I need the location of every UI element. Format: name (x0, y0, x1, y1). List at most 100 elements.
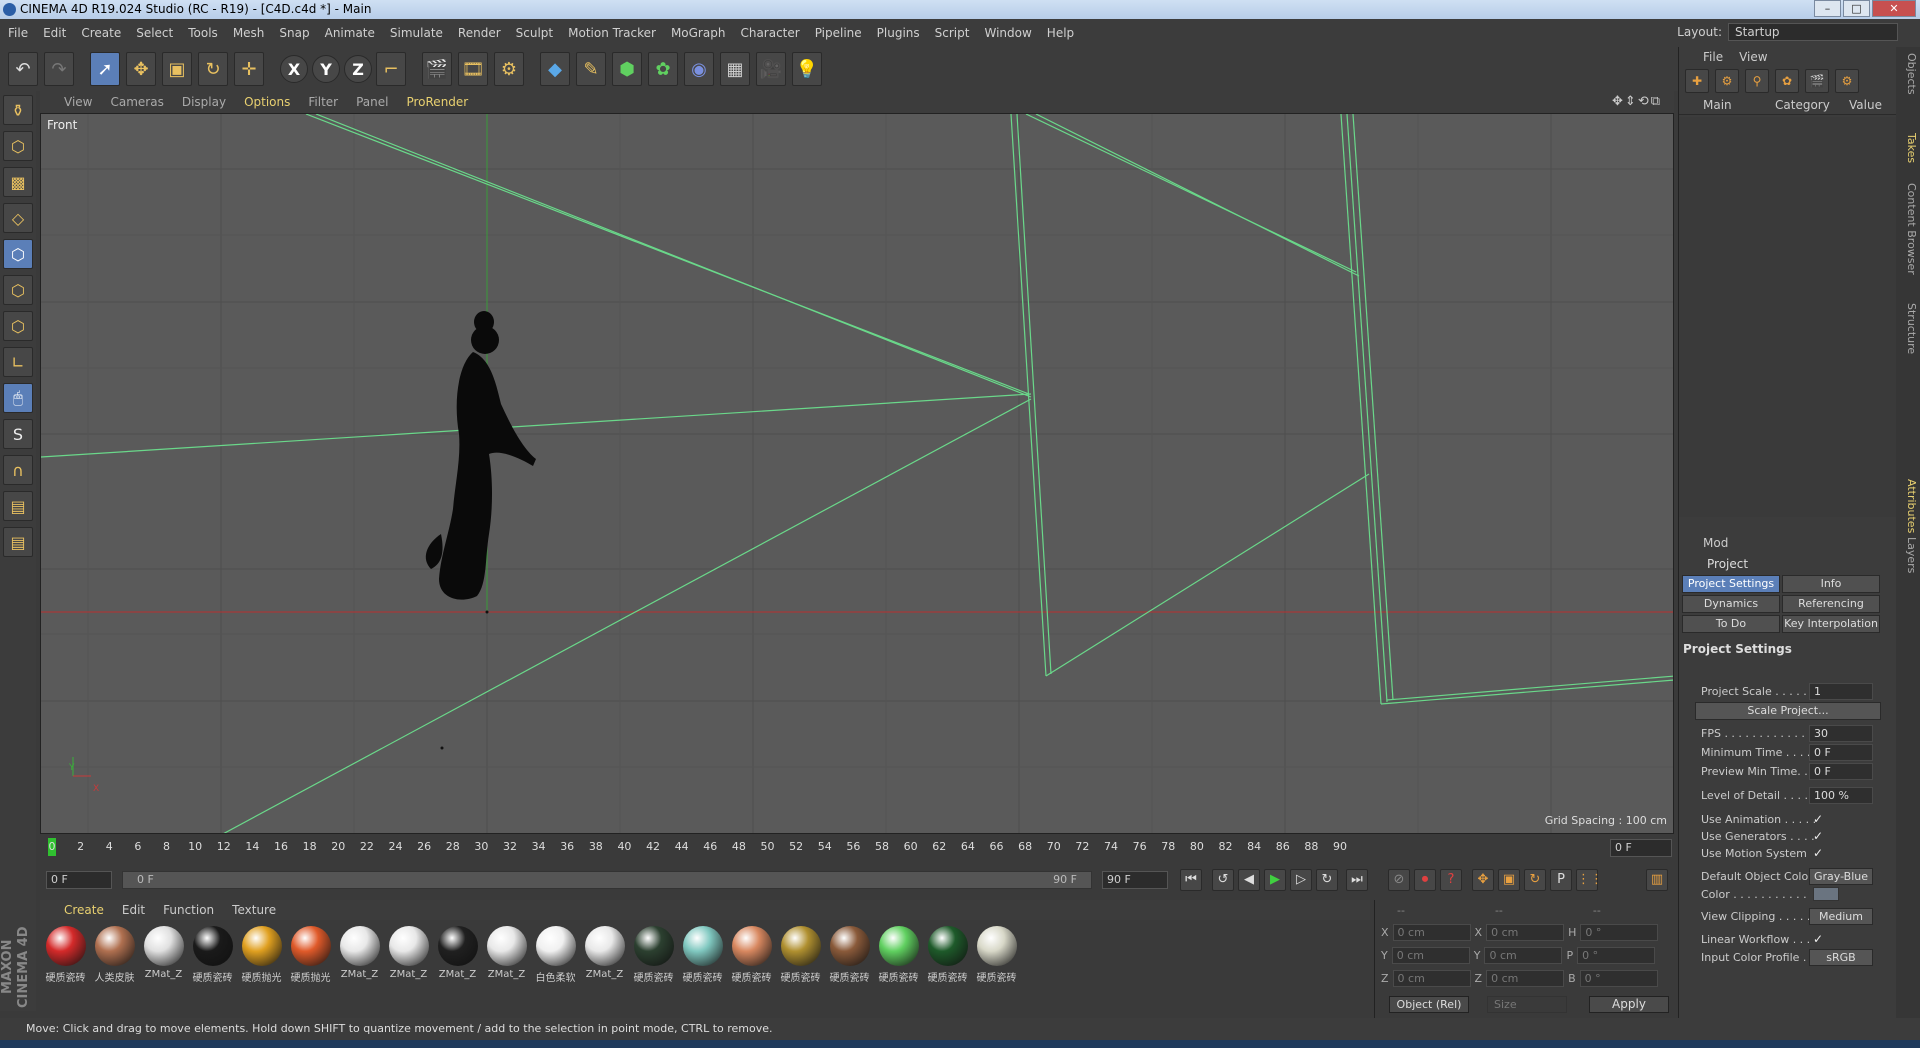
material-swatch[interactable]: ZMat_Z (385, 926, 432, 1020)
z-axis-lock-icon[interactable]: Z (344, 55, 372, 83)
maximize-button[interactable]: □ (1843, 0, 1870, 17)
y-axis-lock-icon[interactable]: Y (312, 55, 340, 83)
close-button[interactable]: ✕ (1872, 0, 1916, 17)
material-swatch[interactable]: ZMat_Z (581, 926, 628, 1020)
keyframe-selection-icon[interactable]: ? (1440, 869, 1462, 891)
menu-snap[interactable]: Snap (279, 26, 309, 40)
material-swatch[interactable]: 硬质瓷砖 (924, 926, 971, 1020)
coord-field[interactable]: 0 cm (1391, 947, 1470, 964)
menu-mesh[interactable]: Mesh (233, 26, 265, 40)
viewport-menu-display[interactable]: Display (182, 95, 226, 109)
material-swatch[interactable]: 硬质瓷砖 (777, 926, 824, 1020)
material-menu-edit[interactable]: Edit (122, 903, 145, 917)
viewport-front[interactable]: Front Y X Grid Spacing : 100 cm (40, 113, 1674, 834)
material-swatch[interactable]: 人类皮肤 (91, 926, 138, 1020)
layout-dropdown[interactable]: Startup (1728, 23, 1898, 41)
side-tab-attributes[interactable]: Attributes (1898, 479, 1918, 533)
menu-render[interactable]: Render (458, 26, 501, 40)
material-menu-texture[interactable]: Texture (232, 903, 276, 917)
material-swatch[interactable]: 硬质抛光 (287, 926, 334, 1020)
material-swatch[interactable]: 硬质瓷砖 (973, 926, 1020, 1020)
viewport-menu-options[interactable]: Options (244, 95, 290, 109)
position-key-icon[interactable]: ✥ (1472, 869, 1494, 891)
rotate-icon[interactable]: ↻ (198, 52, 228, 86)
menu-edit[interactable]: Edit (43, 26, 66, 40)
material-menu-create[interactable]: Create (64, 903, 104, 917)
points-mode-icon[interactable]: ⬡ (3, 239, 33, 269)
attribute-field[interactable]: 0 F (1809, 744, 1873, 761)
attribute-field[interactable]: 1 (1809, 683, 1873, 700)
coord-field[interactable]: 0 cm (1392, 970, 1471, 987)
col-main[interactable]: Main (1679, 98, 1769, 112)
tab-project-settings[interactable]: Project Settings (1682, 575, 1780, 593)
rotation-key-icon[interactable]: ↻ (1524, 869, 1546, 891)
material-swatch[interactable]: 硬质瓷砖 (679, 926, 726, 1020)
next-key-icon[interactable]: ↻ (1316, 869, 1338, 891)
take-add-icon[interactable]: ✚ (1685, 69, 1709, 93)
menu-window[interactable]: Window (984, 26, 1031, 40)
object-list[interactable] (1679, 117, 1897, 517)
render-settings-icon[interactable]: ⚙ (494, 52, 524, 86)
material-swatch[interactable]: ZMat_Z (434, 926, 481, 1020)
previous-key-icon[interactable]: ↺ (1212, 869, 1234, 891)
coord-field[interactable]: 0 ° (1579, 970, 1658, 987)
live-selection-icon[interactable]: ➚ (90, 52, 120, 86)
attribute-checkbox[interactable]: ✓ (1813, 932, 1823, 946)
autokeying-icon[interactable]: ⏺ (1414, 869, 1436, 891)
attribute-dropdown[interactable]: sRGB (1809, 949, 1873, 966)
preview-start-field[interactable]: 0 F (46, 871, 112, 889)
parameter-key-icon[interactable]: P (1550, 869, 1572, 891)
model-mode-icon[interactable]: ⬡ (3, 131, 33, 161)
spline-pen-icon[interactable]: ✎ (576, 52, 606, 86)
menu-plugins[interactable]: Plugins (877, 26, 920, 40)
attribute-checkbox[interactable]: ✓ (1813, 829, 1823, 843)
side-tab-objects[interactable]: Objects (1898, 53, 1918, 95)
coord-mode-dropdown[interactable]: Object (Rel) (1389, 996, 1469, 1013)
floor-icon[interactable]: ▦ (720, 52, 750, 86)
menu-pipeline[interactable]: Pipeline (815, 26, 862, 40)
generator-icon[interactable]: ⬢ (612, 52, 642, 86)
material-swatch[interactable]: ZMat_Z (140, 926, 187, 1020)
tab-referencing[interactable]: Referencing (1782, 595, 1880, 613)
material-swatch[interactable]: 硬质瓷砖 (42, 926, 89, 1020)
coord-field[interactable]: 0 cm (1484, 947, 1563, 964)
point-level-key-icon[interactable]: ⋮⋮ (1576, 869, 1603, 891)
menu-character[interactable]: Character (740, 26, 799, 40)
obj-menu-view[interactable]: View (1739, 50, 1767, 64)
material-swatch[interactable]: 硬质瓷砖 (826, 926, 873, 1020)
coordinate-system-icon[interactable]: ⌐ (376, 52, 406, 86)
obj-menu-file[interactable]: File (1703, 50, 1723, 64)
viewport-menu-view[interactable]: View (64, 95, 92, 109)
attribute-checkbox[interactable]: ✓ (1813, 846, 1823, 860)
attribute-checkbox[interactable]: ✓ (1813, 812, 1823, 826)
coord-field[interactable]: 0 ° (1577, 947, 1656, 964)
record-keys-icon[interactable]: ⊘ (1388, 869, 1410, 891)
coord-field[interactable]: 0 ° (1580, 924, 1659, 941)
go-to-end-icon[interactable]: ⏭ (1346, 869, 1368, 891)
menu-tools[interactable]: Tools (188, 26, 218, 40)
attribute-field[interactable]: 0 F (1809, 763, 1873, 780)
magnet-icon[interactable]: ∩ (3, 455, 33, 485)
col-value[interactable]: Value (1845, 98, 1895, 112)
menu-create[interactable]: Create (81, 26, 121, 40)
edges-mode-icon[interactable]: ⬡ (3, 275, 33, 305)
viewport-menu-prorender[interactable]: ProRender (406, 95, 468, 109)
timeline-layout-icon[interactable]: ▥ (1646, 869, 1668, 891)
texture-mode-icon[interactable]: ▩ (3, 167, 33, 197)
mograph-cloner-icon[interactable]: ✿ (648, 52, 678, 86)
side-tab-structure[interactable]: Structure (1898, 303, 1918, 354)
menu-animate[interactable]: Animate (325, 26, 375, 40)
redo-icon[interactable]: ↷ (44, 52, 74, 86)
material-swatch[interactable]: 硬质瓷砖 (189, 926, 236, 1020)
x-axis-lock-icon[interactable]: X (280, 55, 308, 83)
render-picture-viewer-icon[interactable]: 🎞 (458, 52, 488, 86)
col-category[interactable]: Category (1769, 98, 1845, 112)
make-editable-icon[interactable]: ⚱ (3, 95, 33, 125)
side-tab-takes[interactable]: Takes (1898, 133, 1918, 163)
take-override-icon[interactable]: ⚙ (1715, 69, 1739, 93)
menu-help[interactable]: Help (1047, 26, 1074, 40)
material-swatch[interactable]: 白色柔软 (532, 926, 579, 1020)
scale-key-icon[interactable]: ▣ (1498, 869, 1520, 891)
apply-button[interactable]: Apply (1589, 996, 1669, 1013)
viewport-menu-filter[interactable]: Filter (308, 95, 338, 109)
